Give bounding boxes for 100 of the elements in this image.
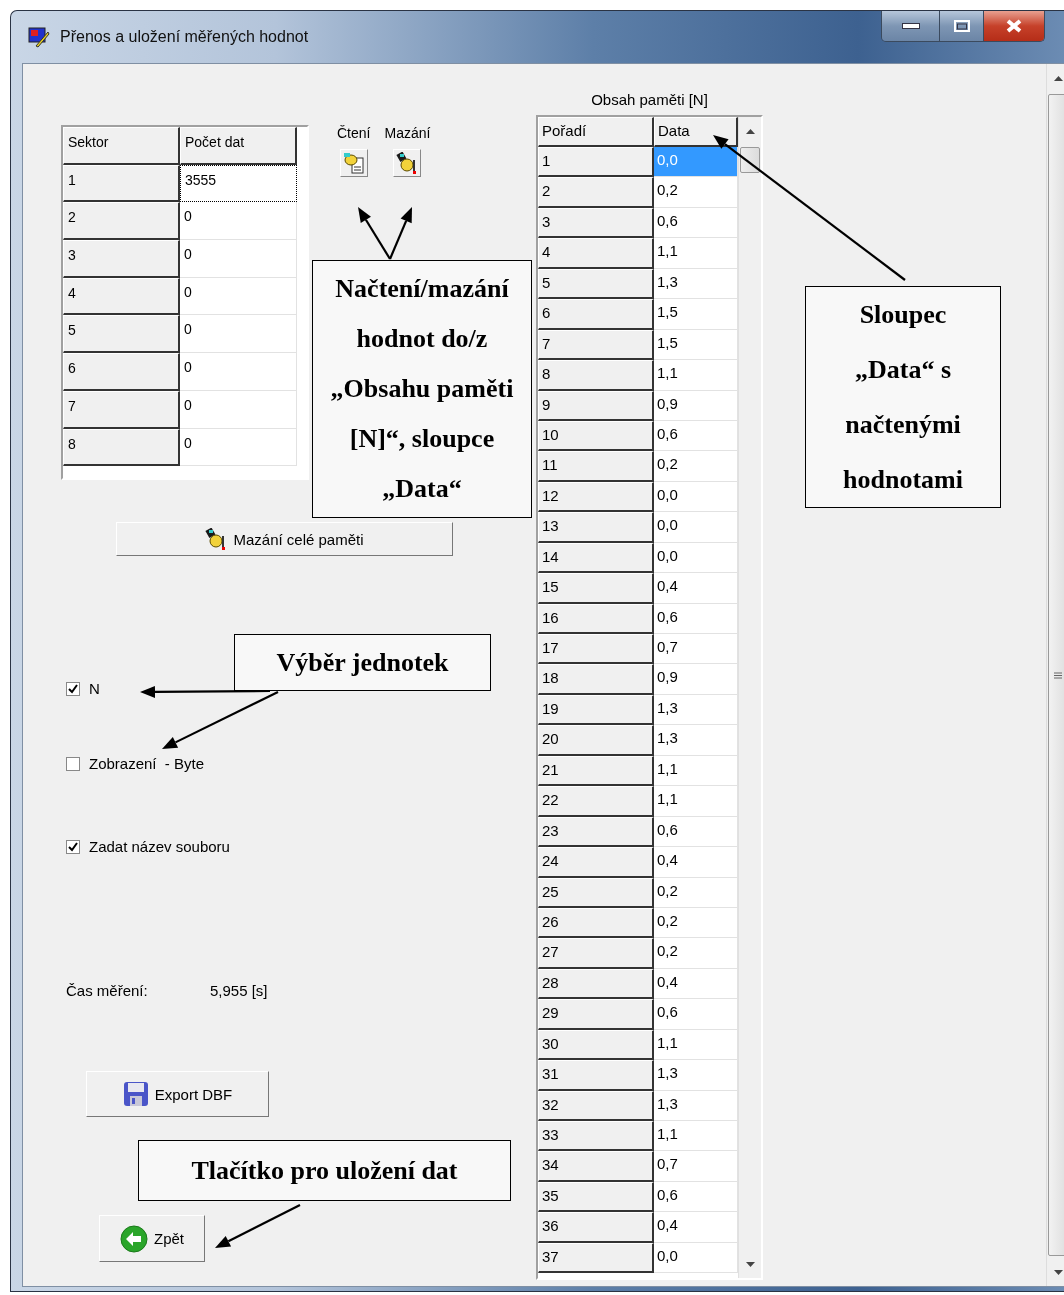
table-cell[interactable]: 0,2 (654, 877, 738, 908)
scroll-thumb[interactable] (1048, 94, 1064, 1256)
table-cell[interactable]: 1,1 (654, 1121, 738, 1152)
row-header: 11 (538, 451, 654, 482)
row-header: 30 (538, 1029, 654, 1061)
table-cell[interactable]: 0,6 (654, 1181, 738, 1213)
erase-button[interactable] (393, 149, 422, 177)
row-header: 5 (538, 268, 654, 300)
table-cell[interactable]: 0,0 (654, 1242, 738, 1274)
scrollbar[interactable] (738, 117, 761, 1278)
table-cell[interactable]: 0,6 (654, 816, 738, 848)
window-title: Přenos a uložení měřených hodnot (60, 28, 309, 46)
table-cell[interactable]: 0,0 (654, 512, 738, 543)
row-header: 4 (538, 238, 654, 269)
table-cell[interactable]: 0 (180, 277, 297, 316)
table-cell[interactable]: 1,1 (654, 755, 738, 787)
row-header: 34 (538, 1151, 654, 1182)
table-cell[interactable]: 1,1 (654, 238, 738, 269)
checkbox[interactable] (66, 756, 80, 771)
table-cell[interactable]: 0,4 (654, 573, 738, 604)
table-cell[interactable]: 1,3 (654, 1090, 738, 1121)
table-cell[interactable]: 1,3 (654, 268, 738, 300)
checkbox[interactable] (66, 839, 80, 854)
floppy-icon (122, 1081, 149, 1107)
table-cell[interactable]: 1,1 (654, 360, 738, 391)
row-header: 24 (538, 847, 654, 878)
table-cell[interactable]: 0,4 (654, 847, 738, 878)
table-cell[interactable]: 0,0 (654, 481, 738, 513)
minimize-button[interactable] (882, 11, 940, 41)
maximize-button[interactable] (940, 11, 984, 41)
table-cell[interactable]: 0,0 (654, 542, 738, 574)
table-cell[interactable]: 1,1 (654, 786, 738, 817)
annotation-text: Sloupec „Data“ s načtenými hodnotami (843, 299, 963, 496)
table-cell[interactable]: 0 (180, 353, 297, 391)
checkbox-label: Zobrazení - Byte (89, 755, 205, 772)
row-header: 25 (538, 877, 654, 908)
row-header: 3 (63, 240, 180, 278)
time-value: 5,955 [s] (210, 982, 268, 999)
table-cell[interactable]: 0,6 (654, 999, 738, 1030)
minimize-icon (901, 23, 920, 29)
checkbox[interactable] (66, 681, 80, 696)
table-cell[interactable]: 3555 (180, 164, 297, 203)
table-cell[interactable]: 0,4 (654, 968, 738, 1000)
row-header: 4 (63, 277, 180, 316)
table-cell[interactable]: 0 (180, 315, 297, 354)
row-header: 32 (538, 1090, 654, 1121)
row-header: 3 (538, 207, 654, 239)
table-cell[interactable]: 1,5 (654, 329, 738, 361)
scroll-down-icon[interactable] (745, 1261, 755, 1267)
row-header: 27 (538, 938, 654, 969)
maximize-icon (953, 20, 970, 32)
column-header: Sektor (63, 127, 180, 165)
hand-pen-icon (205, 528, 228, 550)
table-cell[interactable]: 0 (180, 390, 297, 429)
table-cell[interactable]: 1,5 (654, 299, 738, 330)
row-header: 2 (63, 202, 180, 241)
row-header: 6 (63, 353, 180, 391)
scrollbar[interactable] (1046, 64, 1064, 1286)
table-cell[interactable]: 0,2 (654, 907, 738, 939)
row-header: 14 (538, 542, 654, 574)
button-label: Mazání (384, 125, 431, 141)
table-cell[interactable]: 0 (180, 202, 297, 241)
row-header: 20 (538, 725, 654, 756)
row-header: 17 (538, 634, 654, 665)
table-cell[interactable]: 0,6 (654, 603, 738, 634)
row-header: 28 (538, 968, 654, 1000)
table-cell[interactable]: 1,3 (654, 694, 738, 726)
table-cell[interactable]: 1,1 (654, 1029, 738, 1061)
table-cell[interactable]: 0,7 (654, 634, 738, 665)
table-cell[interactable]: 0,9 (654, 390, 738, 421)
table-cell[interactable]: 0,6 (654, 420, 738, 452)
app-icon (28, 26, 50, 48)
scroll-up-icon[interactable] (745, 128, 755, 134)
row-header: 18 (538, 664, 654, 695)
table-cell[interactable]: 1,3 (654, 1060, 738, 1091)
table-cell[interactable]: 1,3 (654, 725, 738, 756)
read-button[interactable] (339, 149, 368, 177)
clear-memory-button[interactable]: Mazání celé paměti (116, 522, 453, 556)
table-cell[interactable]: 0,6 (654, 207, 738, 239)
scroll-up-icon[interactable] (1053, 75, 1063, 81)
table-cell[interactable]: 0,2 (654, 938, 738, 969)
hand-document-icon (342, 152, 365, 174)
table-cell[interactable]: 0,4 (654, 1212, 738, 1243)
table-cell[interactable]: 0,2 (654, 451, 738, 482)
table-cell[interactable]: 0,2 (654, 177, 738, 208)
back-button[interactable]: Zpět (99, 1215, 205, 1262)
close-button[interactable] (984, 11, 1044, 41)
hand-pen-icon (396, 152, 419, 174)
table-cell[interactable]: 0,7 (654, 1151, 738, 1182)
row-header: 7 (63, 390, 180, 429)
grip-icon (1054, 671, 1062, 679)
table-cell[interactable]: 0,9 (654, 664, 738, 695)
annotation-text: Výběr jednotek (276, 647, 449, 679)
scroll-down-icon[interactable] (1053, 1269, 1063, 1275)
row-header: 21 (538, 755, 654, 787)
table-cell[interactable]: 0 (180, 240, 297, 278)
export-button[interactable]: Export DBF (86, 1071, 269, 1117)
row-header: 1 (538, 147, 654, 178)
row-header: 1 (63, 164, 180, 203)
table-cell[interactable]: 0 (180, 428, 297, 467)
